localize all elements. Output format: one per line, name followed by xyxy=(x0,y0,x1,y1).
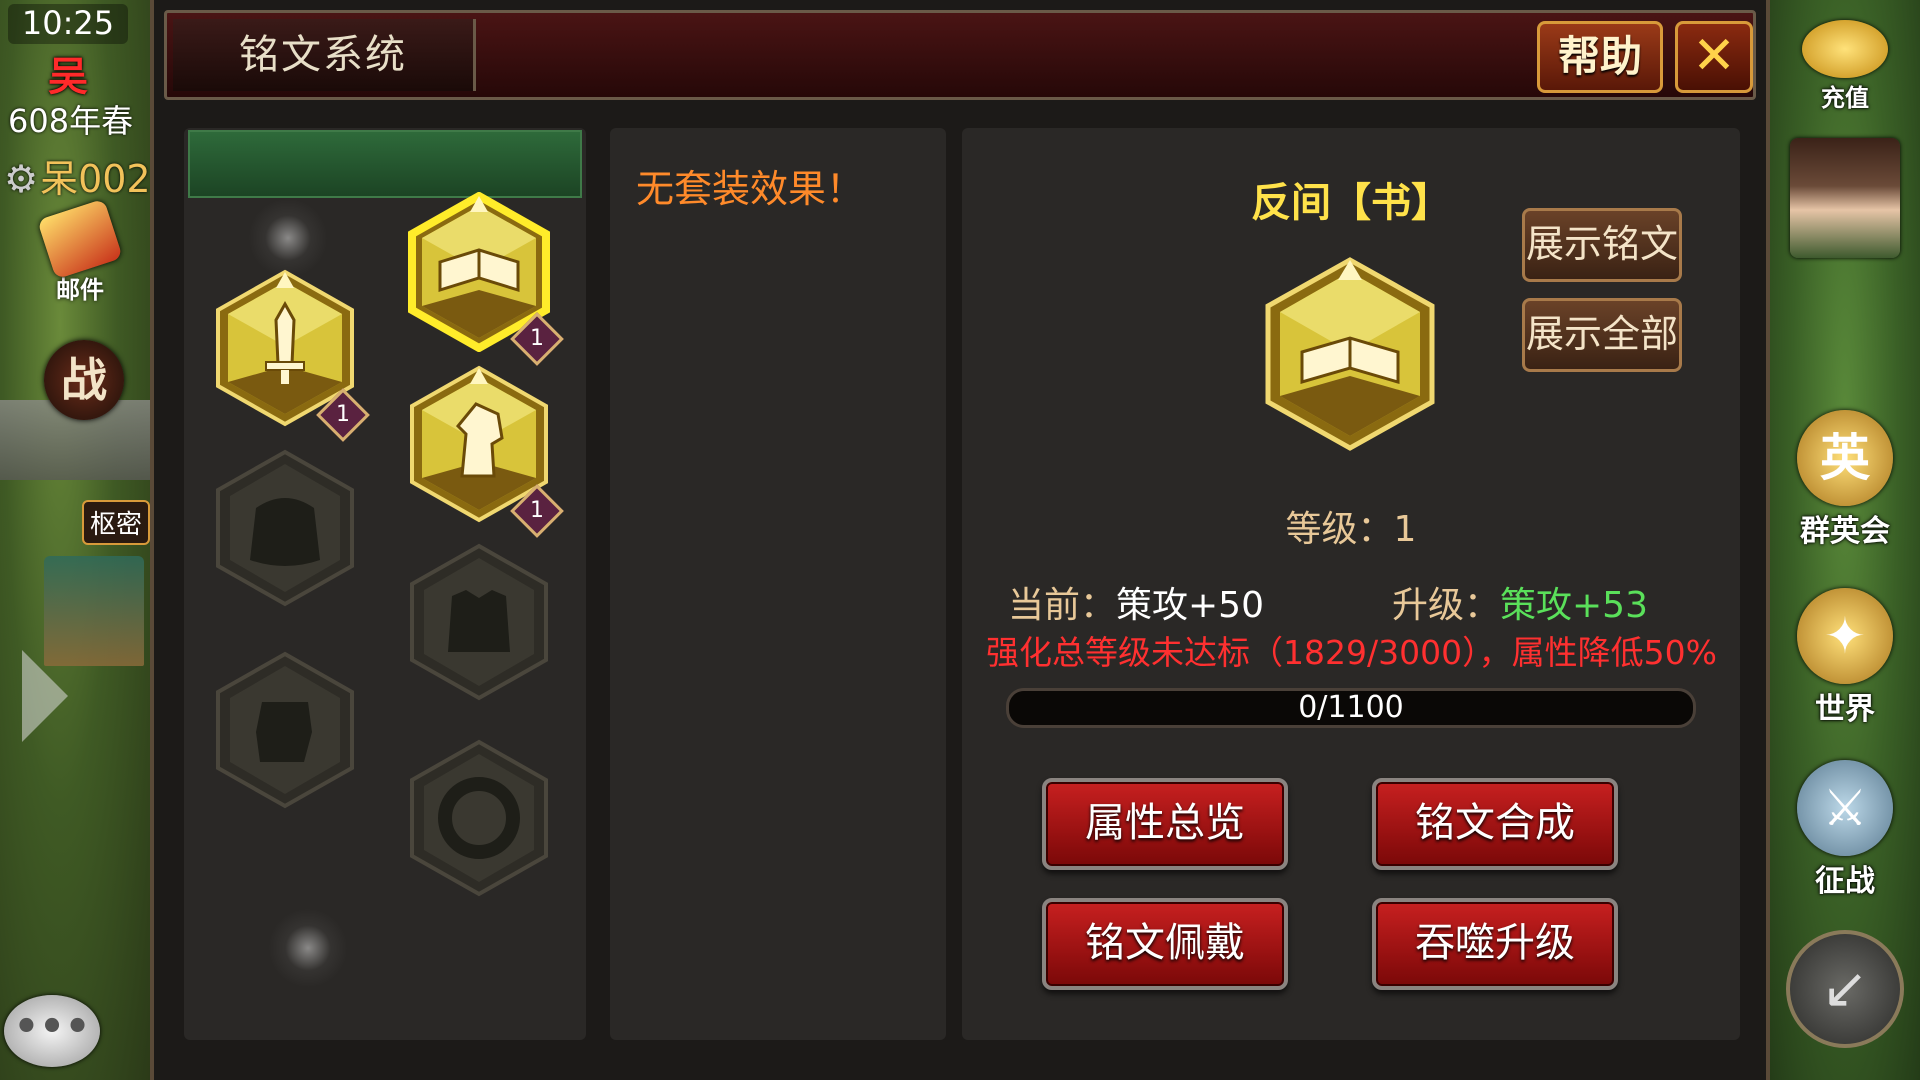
inscription-equip-button[interactable]: 铭文佩戴 xyxy=(1042,898,1288,990)
enhance-warning: 强化总等级未达标（1829/3000），属性降低50% xyxy=(986,633,1717,672)
slot-panel-header-bar xyxy=(188,130,582,198)
inscription-slot-boots[interactable] xyxy=(212,650,358,810)
right-game-hud: 充值 英 群英会 ✦ 世界 ⚔ 征战 ↙ xyxy=(1770,0,1920,1080)
heroes-label: 群英会 xyxy=(1800,514,1890,549)
mail-label: 邮件 xyxy=(56,276,104,304)
experience-bar: 0/1100 xyxy=(1006,688,1696,728)
current-stat: 当前：策攻+50 xyxy=(1008,576,1264,628)
chat-bubble-icon[interactable]: ••• xyxy=(4,995,100,1067)
compass-star-icon: ✦ xyxy=(1797,588,1893,684)
recharge-button[interactable]: 充值 xyxy=(1770,20,1920,113)
show-all-button[interactable]: 展示全部 xyxy=(1522,298,1682,372)
inscription-dialog: 铭文系统 帮助 ✕ 111 无套装效果！ 反间【书】 展示铭文 展示全部 等级：… xyxy=(150,0,1770,1080)
upgrade-stat-value: 策攻+53 xyxy=(1500,585,1648,626)
dialog-titlebar: 铭文系统 帮助 ✕ xyxy=(164,10,1756,100)
mail-icon xyxy=(37,198,123,280)
boots-icon xyxy=(216,651,354,809)
inscription-detail-panel: 反间【书】 展示铭文 展示全部 等级：1 当前：策攻+50 升级：策攻+53 强… xyxy=(962,128,1740,1040)
armor-icon xyxy=(410,543,548,701)
crossed-swords-icon: ⚔ xyxy=(1797,760,1893,856)
inscription-slot-book[interactable]: 1 xyxy=(406,192,564,366)
hero-portrait[interactable] xyxy=(1770,138,1920,258)
campaign-label: 征战 xyxy=(1815,864,1875,899)
set-effect-text: 无套装效果！ xyxy=(636,167,865,211)
set-effect-panel: 无套装效果！ xyxy=(610,128,946,1040)
current-stat-label: 当前： xyxy=(1008,585,1117,626)
close-button[interactable]: ✕ xyxy=(1675,21,1753,93)
mail-button[interactable]: 邮件 xyxy=(28,198,132,308)
inscription-level: 等级：1 xyxy=(1285,509,1417,550)
upgrade-stat: 升级：策攻+53 xyxy=(1392,576,1648,628)
avatar xyxy=(1790,138,1900,258)
battle-button[interactable]: 战 xyxy=(44,340,124,420)
sparkle-effect xyxy=(268,908,348,988)
inscription-slot-ring[interactable] xyxy=(406,738,552,898)
inscription-slot-horse[interactable]: 1 xyxy=(406,364,564,538)
return-arrow-icon: ↙ xyxy=(1786,930,1904,1048)
experience-text: 0/1100 xyxy=(1298,690,1404,725)
show-inscription-button[interactable]: 展示铭文 xyxy=(1522,208,1682,282)
inscription-slot-cloak[interactable] xyxy=(212,448,358,608)
world-button[interactable]: ✦ 世界 xyxy=(1770,588,1920,728)
clock: 10:25 xyxy=(8,4,128,44)
council-label[interactable]: 枢密 xyxy=(82,500,150,545)
cloak-icon xyxy=(216,449,354,607)
player-name: 呆002 xyxy=(40,157,150,201)
expand-arrow-icon[interactable] xyxy=(22,650,68,742)
inscription-slot-sword[interactable]: 1 xyxy=(212,268,370,442)
slot-level-value: 1 xyxy=(336,402,350,427)
dialog-title[interactable]: 铭文系统 xyxy=(173,19,476,91)
help-button[interactable]: 帮助 xyxy=(1537,21,1663,93)
gear-icon[interactable]: ⚙ xyxy=(4,157,38,201)
season-label: 608年春 xyxy=(8,102,134,140)
dragon-emblem-icon: 英 xyxy=(1797,410,1893,506)
upgrade-stat-label: 升级： xyxy=(1392,585,1501,626)
current-stat-value: 策攻+50 xyxy=(1116,585,1264,626)
slot-level-value: 1 xyxy=(530,326,544,351)
gold-coins-icon xyxy=(1802,20,1888,78)
heroes-button[interactable]: 英 群英会 xyxy=(1770,410,1920,550)
player-name-row[interactable]: ⚙呆002 xyxy=(4,148,150,203)
book-inscription-icon xyxy=(1262,256,1438,452)
return-button[interactable]: ↙ xyxy=(1770,930,1920,1048)
inscription-compose-button[interactable]: 铭文合成 xyxy=(1372,778,1618,870)
inscription-slot-panel: 1 1 1 xyxy=(184,128,586,1040)
inscription-slot-armor[interactable] xyxy=(406,542,552,702)
attribute-overview-button[interactable]: 属性总览 xyxy=(1042,778,1288,870)
recharge-label: 充值 xyxy=(1821,84,1869,112)
faction-label: 吴 xyxy=(48,54,88,100)
sparkle-effect xyxy=(248,198,328,278)
campaign-button[interactable]: ⚔ 征战 xyxy=(1770,760,1920,900)
slot-level-value: 1 xyxy=(530,498,544,523)
devour-upgrade-button[interactable]: 吞噬升级 xyxy=(1372,898,1618,990)
world-label: 世界 xyxy=(1815,692,1875,727)
left-game-hud: 10:25 吴 608年春 ⚙呆002 邮件 战 枢密 ••• xyxy=(0,0,150,1080)
ring-icon xyxy=(410,739,548,897)
